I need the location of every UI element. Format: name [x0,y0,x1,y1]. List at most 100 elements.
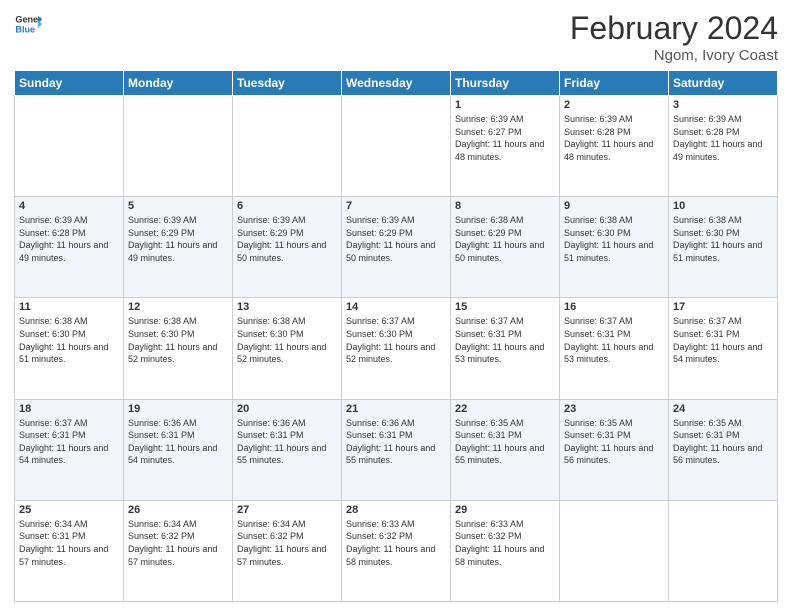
calendar-cell: 26Sunrise: 6:34 AM Sunset: 6:32 PM Dayli… [124,500,233,601]
day-number: 14 [346,301,446,313]
day-number: 28 [346,504,446,516]
calendar-cell: 13 Sunrise: 6:38 AM Sunset: 6:30 PM Dayli… [233,298,342,399]
th-sunday: Sunday [15,71,124,96]
calendar-cell: 9Sunrise: 6:38 AM Sunset: 6:30 PM Daylig… [560,197,669,298]
day-info: Sunrise: 6:36 AM Sunset: 6:31 PM Dayligh… [128,417,228,467]
calendar-cell: 24 Sunrise: 6:35 AM Sunset: 6:31 PM Dayli… [669,399,778,500]
day-info: Sunrise: 6:36 AM Sunset: 6:31 PM Dayligh… [237,417,337,467]
day-info: Sunrise: 6:36 AM Sunset: 6:31 PM Dayligh… [346,417,446,467]
day-number: 11 [19,301,119,313]
day-info: Sunrise: 6:35 AM Sunset: 6:31 PM Dayligh… [455,417,555,467]
calendar-cell: 25Sunrise: 6:34 AM Sunset: 6:31 PM Dayli… [15,500,124,601]
th-thursday: Thursday [451,71,560,96]
day-info: Sunrise: 6:34 AM Sunset: 6:32 PM Dayligh… [237,518,337,568]
calendar-cell: 15 Sunrise: 6:37 AM Sunset: 6:31 PM Dayli… [451,298,560,399]
day-number: 24 [673,403,773,415]
day-number: 8 [455,200,555,212]
calendar-table: Sunday Monday Tuesday Wednesday Thursday… [14,70,778,602]
day-info: Sunrise: 6:37 AM Sunset: 6:31 PM Dayligh… [673,315,773,365]
day-info: Sunrise: 6:38 AM Sunset: 6:30 PM Dayligh… [564,214,664,264]
header: General Blue February 2024 Ngom, Ivory C… [14,10,778,64]
calendar-cell [233,96,342,197]
calendar-cell: 21 Sunrise: 6:36 AM Sunset: 6:31 PM Dayli… [342,399,451,500]
day-info: Sunrise: 6:37 AM Sunset: 6:31 PM Dayligh… [564,315,664,365]
th-friday: Friday [560,71,669,96]
day-number: 4 [19,200,119,212]
day-info: Sunrise: 6:38 AM Sunset: 6:29 PM Dayligh… [455,214,555,264]
day-info: Sunrise: 6:39 AM Sunset: 6:29 PM Dayligh… [128,214,228,264]
day-number: 10 [673,200,773,212]
calendar-cell [15,96,124,197]
th-monday: Monday [124,71,233,96]
calendar-cell: 6 Sunrise: 6:39 AM Sunset: 6:29 PM Daylig… [233,197,342,298]
day-number: 16 [564,301,664,313]
day-info: Sunrise: 6:39 AM Sunset: 6:28 PM Dayligh… [673,113,773,163]
day-info: Sunrise: 6:38 AM Sunset: 6:30 PM Dayligh… [673,214,773,264]
day-info: Sunrise: 6:33 AM Sunset: 6:32 PM Dayligh… [455,518,555,568]
calendar-cell [342,96,451,197]
calendar-cell: 5 Sunrise: 6:39 AM Sunset: 6:29 PM Daylig… [124,197,233,298]
page: General Blue February 2024 Ngom, Ivory C… [0,0,792,612]
day-number: 19 [128,403,228,415]
calendar-cell [124,96,233,197]
calendar-cell: 29 Sunrise: 6:33 AM Sunset: 6:32 PM Dayli… [451,500,560,601]
day-number: 7 [346,200,446,212]
day-number: 13 [237,301,337,313]
calendar-cell [560,500,669,601]
calendar-cell: 3 Sunrise: 6:39 AM Sunset: 6:28 PM Daylig… [669,96,778,197]
day-number: 29 [455,504,555,516]
logo-icon: General Blue [14,10,42,38]
day-info: Sunrise: 6:35 AM Sunset: 6:31 PM Dayligh… [673,417,773,467]
calendar-subtitle: Ngom, Ivory Coast [570,47,778,64]
day-info: Sunrise: 6:37 AM Sunset: 6:31 PM Dayligh… [455,315,555,365]
day-info: Sunrise: 6:38 AM Sunset: 6:30 PM Dayligh… [237,315,337,365]
day-info: Sunrise: 6:39 AM Sunset: 6:28 PM Dayligh… [564,113,664,163]
day-number: 6 [237,200,337,212]
svg-text:Blue: Blue [15,24,35,34]
day-info: Sunrise: 6:37 AM Sunset: 6:31 PM Dayligh… [19,417,119,467]
calendar-cell: 1Sunrise: 6:39 AM Sunset: 6:27 PM Daylig… [451,96,560,197]
header-row: Sunday Monday Tuesday Wednesday Thursday… [15,71,778,96]
day-number: 12 [128,301,228,313]
logo: General Blue [14,10,42,38]
calendar-cell: 22 Sunrise: 6:35 AM Sunset: 6:31 PM Dayli… [451,399,560,500]
week-row-0: 1Sunrise: 6:39 AM Sunset: 6:27 PM Daylig… [15,96,778,197]
day-info: Sunrise: 6:38 AM Sunset: 6:30 PM Dayligh… [19,315,119,365]
day-number: 1 [455,99,555,111]
week-row-4: 25Sunrise: 6:34 AM Sunset: 6:31 PM Dayli… [15,500,778,601]
day-info: Sunrise: 6:38 AM Sunset: 6:30 PM Dayligh… [128,315,228,365]
day-info: Sunrise: 6:33 AM Sunset: 6:32 PM Dayligh… [346,518,446,568]
day-number: 5 [128,200,228,212]
day-number: 22 [455,403,555,415]
calendar-cell: 2 Sunrise: 6:39 AM Sunset: 6:28 PM Daylig… [560,96,669,197]
day-info: Sunrise: 6:37 AM Sunset: 6:30 PM Dayligh… [346,315,446,365]
day-number: 17 [673,301,773,313]
day-info: Sunrise: 6:34 AM Sunset: 6:31 PM Dayligh… [19,518,119,568]
calendar-cell: 18 Sunrise: 6:37 AM Sunset: 6:31 PM Dayli… [15,399,124,500]
week-row-1: 4 Sunrise: 6:39 AM Sunset: 6:28 PM Daylig… [15,197,778,298]
day-number: 15 [455,301,555,313]
calendar-cell: 4 Sunrise: 6:39 AM Sunset: 6:28 PM Daylig… [15,197,124,298]
day-number: 21 [346,403,446,415]
day-number: 3 [673,99,773,111]
calendar-cell: 12 Sunrise: 6:38 AM Sunset: 6:30 PM Dayli… [124,298,233,399]
title-area: February 2024 Ngom, Ivory Coast [570,10,778,64]
calendar-cell: 20 Sunrise: 6:36 AM Sunset: 6:31 PM Dayli… [233,399,342,500]
calendar-cell: 14 Sunrise: 6:37 AM Sunset: 6:30 PM Dayli… [342,298,451,399]
calendar-cell: 8 Sunrise: 6:38 AM Sunset: 6:29 PM Daylig… [451,197,560,298]
calendar-cell: 10 Sunrise: 6:38 AM Sunset: 6:30 PM Dayli… [669,197,778,298]
calendar-cell: 27Sunrise: 6:34 AM Sunset: 6:32 PM Dayli… [233,500,342,601]
th-wednesday: Wednesday [342,71,451,96]
day-info: Sunrise: 6:39 AM Sunset: 6:29 PM Dayligh… [346,214,446,264]
calendar-cell: 7 Sunrise: 6:39 AM Sunset: 6:29 PM Daylig… [342,197,451,298]
week-row-2: 11 Sunrise: 6:38 AM Sunset: 6:30 PM Dayli… [15,298,778,399]
calendar-cell: 23Sunrise: 6:35 AM Sunset: 6:31 PM Dayli… [560,399,669,500]
day-info: Sunrise: 6:39 AM Sunset: 6:29 PM Dayligh… [237,214,337,264]
day-number: 2 [564,99,664,111]
day-number: 18 [19,403,119,415]
calendar-cell: 17 Sunrise: 6:37 AM Sunset: 6:31 PM Dayli… [669,298,778,399]
day-number: 20 [237,403,337,415]
day-info: Sunrise: 6:39 AM Sunset: 6:28 PM Dayligh… [19,214,119,264]
calendar-cell: 28 Sunrise: 6:33 AM Sunset: 6:32 PM Dayli… [342,500,451,601]
th-saturday: Saturday [669,71,778,96]
